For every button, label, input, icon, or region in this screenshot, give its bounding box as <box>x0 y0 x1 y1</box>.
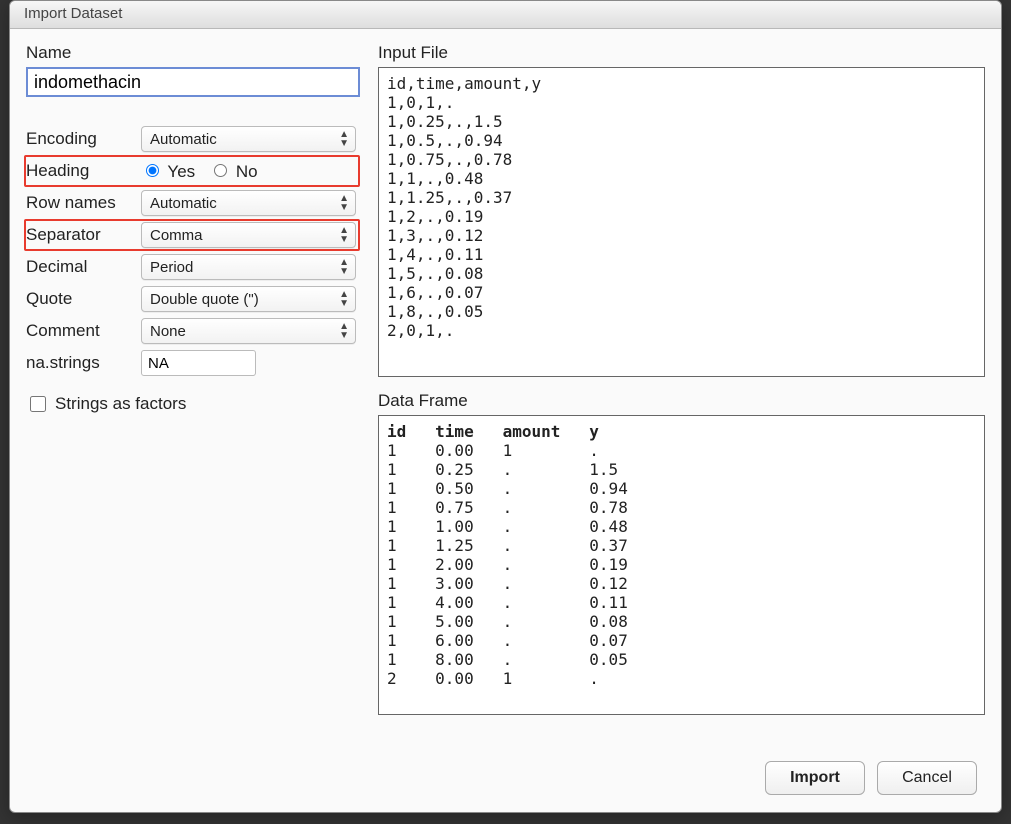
preview-panel: Input File id,time,amount,y 1,0,1,. 1,0.… <box>378 43 985 756</box>
encoding-label: Encoding <box>26 129 141 149</box>
separator-select-wrap[interactable]: Comma ▲▼ <box>141 222 356 248</box>
comment-select[interactable]: None <box>142 319 355 343</box>
dialog-title: Import Dataset <box>10 1 1001 29</box>
quote-label: Quote <box>26 289 141 309</box>
heading-no-option[interactable]: No <box>209 161 257 182</box>
nastrings-label: na.strings <box>26 353 141 373</box>
rownames-row: Row names Automatic ▲▼ <box>26 187 360 219</box>
options-panel: Name Encoding Automatic ▲▼ Heading <box>26 43 360 756</box>
comment-select-wrap[interactable]: None ▲▼ <box>141 318 356 344</box>
separator-row: Separator Comma ▲▼ <box>24 219 360 251</box>
encoding-select-wrap[interactable]: Automatic ▲▼ <box>141 126 356 152</box>
rownames-label: Row names <box>26 193 141 213</box>
strings-as-factors-label: Strings as factors <box>55 394 186 414</box>
rownames-select-wrap[interactable]: Automatic ▲▼ <box>141 190 356 216</box>
heading-no-label: No <box>236 162 258 181</box>
encoding-row: Encoding Automatic ▲▼ <box>26 123 360 155</box>
heading-no-radio[interactable] <box>214 164 227 177</box>
quote-select[interactable]: Double quote (") <box>142 287 355 311</box>
separator-label: Separator <box>26 225 141 245</box>
separator-select[interactable]: Comma <box>142 223 355 247</box>
dataframe-preview: id time amount y 1 0.00 1 . 1 0.25 . 1.5… <box>378 415 985 715</box>
decimal-row: Decimal Period ▲▼ <box>26 251 360 283</box>
dialog-body: Name Encoding Automatic ▲▼ Heading <box>10 29 1001 756</box>
comment-label: Comment <box>26 321 141 341</box>
import-button[interactable]: Import <box>765 761 865 795</box>
name-label: Name <box>26 43 360 63</box>
rownames-select[interactable]: Automatic <box>142 191 355 215</box>
heading-yes-radio[interactable] <box>146 164 159 177</box>
strings-as-factors-checkbox[interactable] <box>30 396 46 412</box>
cancel-button[interactable]: Cancel <box>877 761 977 795</box>
quote-row: Quote Double quote (") ▲▼ <box>26 283 360 315</box>
nastrings-row: na.strings <box>26 347 360 379</box>
heading-row: Heading Yes No <box>24 155 360 187</box>
strings-as-factors-row: Strings as factors <box>26 393 360 415</box>
decimal-select[interactable]: Period <box>142 255 355 279</box>
comment-row: Comment None ▲▼ <box>26 315 360 347</box>
heading-yes-label: Yes <box>167 162 195 181</box>
import-dataset-dialog: Import Dataset Name Encoding Automatic ▲… <box>9 0 1002 813</box>
heading-label: Heading <box>26 161 141 181</box>
inputfile-preview: id,time,amount,y 1,0,1,. 1,0.25,.,1.5 1,… <box>378 67 985 377</box>
name-input[interactable] <box>26 67 360 97</box>
encoding-select[interactable]: Automatic <box>142 127 355 151</box>
quote-select-wrap[interactable]: Double quote (") ▲▼ <box>141 286 356 312</box>
dataframe-label: Data Frame <box>378 391 985 411</box>
heading-yes-option[interactable]: Yes <box>141 161 195 182</box>
nastrings-input[interactable] <box>141 350 256 376</box>
dialog-footer: Import Cancel <box>10 756 1001 812</box>
decimal-select-wrap[interactable]: Period ▲▼ <box>141 254 356 280</box>
decimal-label: Decimal <box>26 257 141 277</box>
inputfile-label: Input File <box>378 43 985 63</box>
